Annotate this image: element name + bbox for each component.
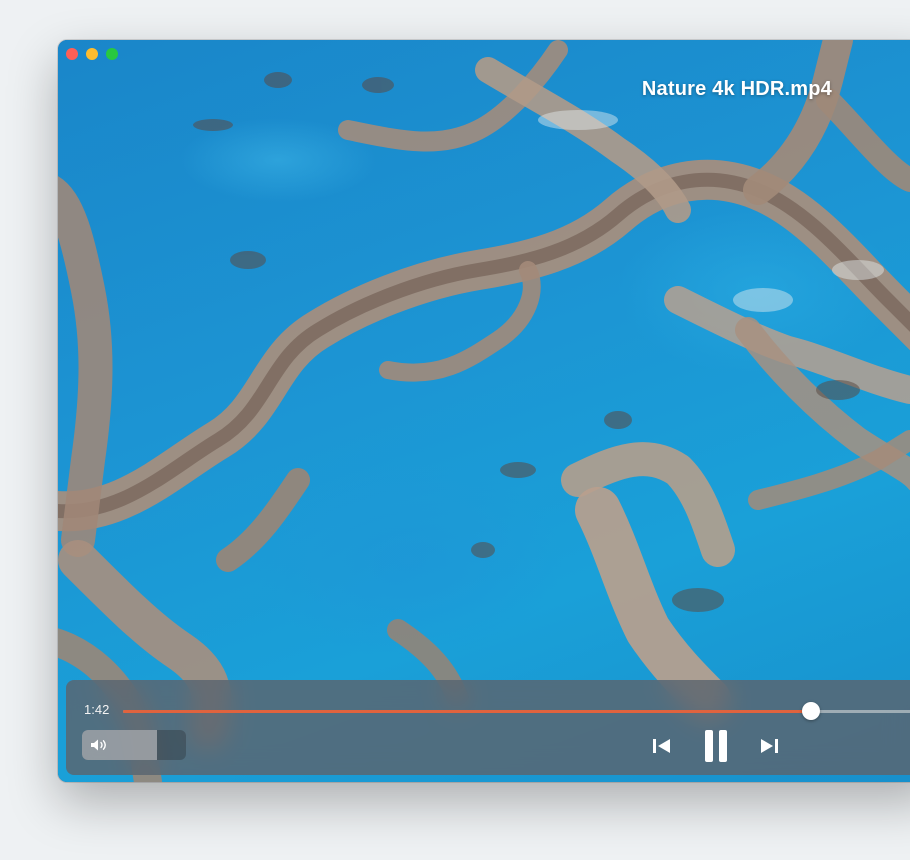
minimize-window-button[interactable] (86, 48, 98, 60)
progress-knob[interactable] (802, 702, 820, 720)
playback-controls: 1:42 (66, 680, 910, 775)
progress-fill (123, 710, 811, 713)
pause-button[interactable] (703, 729, 729, 763)
next-button[interactable] (758, 736, 780, 756)
volume-slider[interactable] (82, 730, 186, 760)
zoom-window-button[interactable] (106, 48, 118, 60)
player-window: Nature 4k HDR.mp4 1:42 (58, 40, 910, 782)
video-frame[interactable] (58, 40, 910, 782)
traffic-lights (66, 48, 118, 60)
reef-image (58, 40, 910, 782)
progress-scrubber[interactable] (123, 702, 910, 720)
pause-icon (705, 730, 727, 762)
window-clip: Nature 4k HDR.mp4 1:42 (58, 40, 910, 782)
video-title: Nature 4k HDR.mp4 (641, 78, 832, 100)
previous-button[interactable] (651, 736, 673, 756)
current-time: 1:42 (84, 702, 110, 717)
close-window-button[interactable] (66, 48, 78, 60)
skip-next-icon (761, 739, 778, 753)
speaker-icon (91, 739, 106, 751)
skip-previous-icon (653, 739, 670, 753)
